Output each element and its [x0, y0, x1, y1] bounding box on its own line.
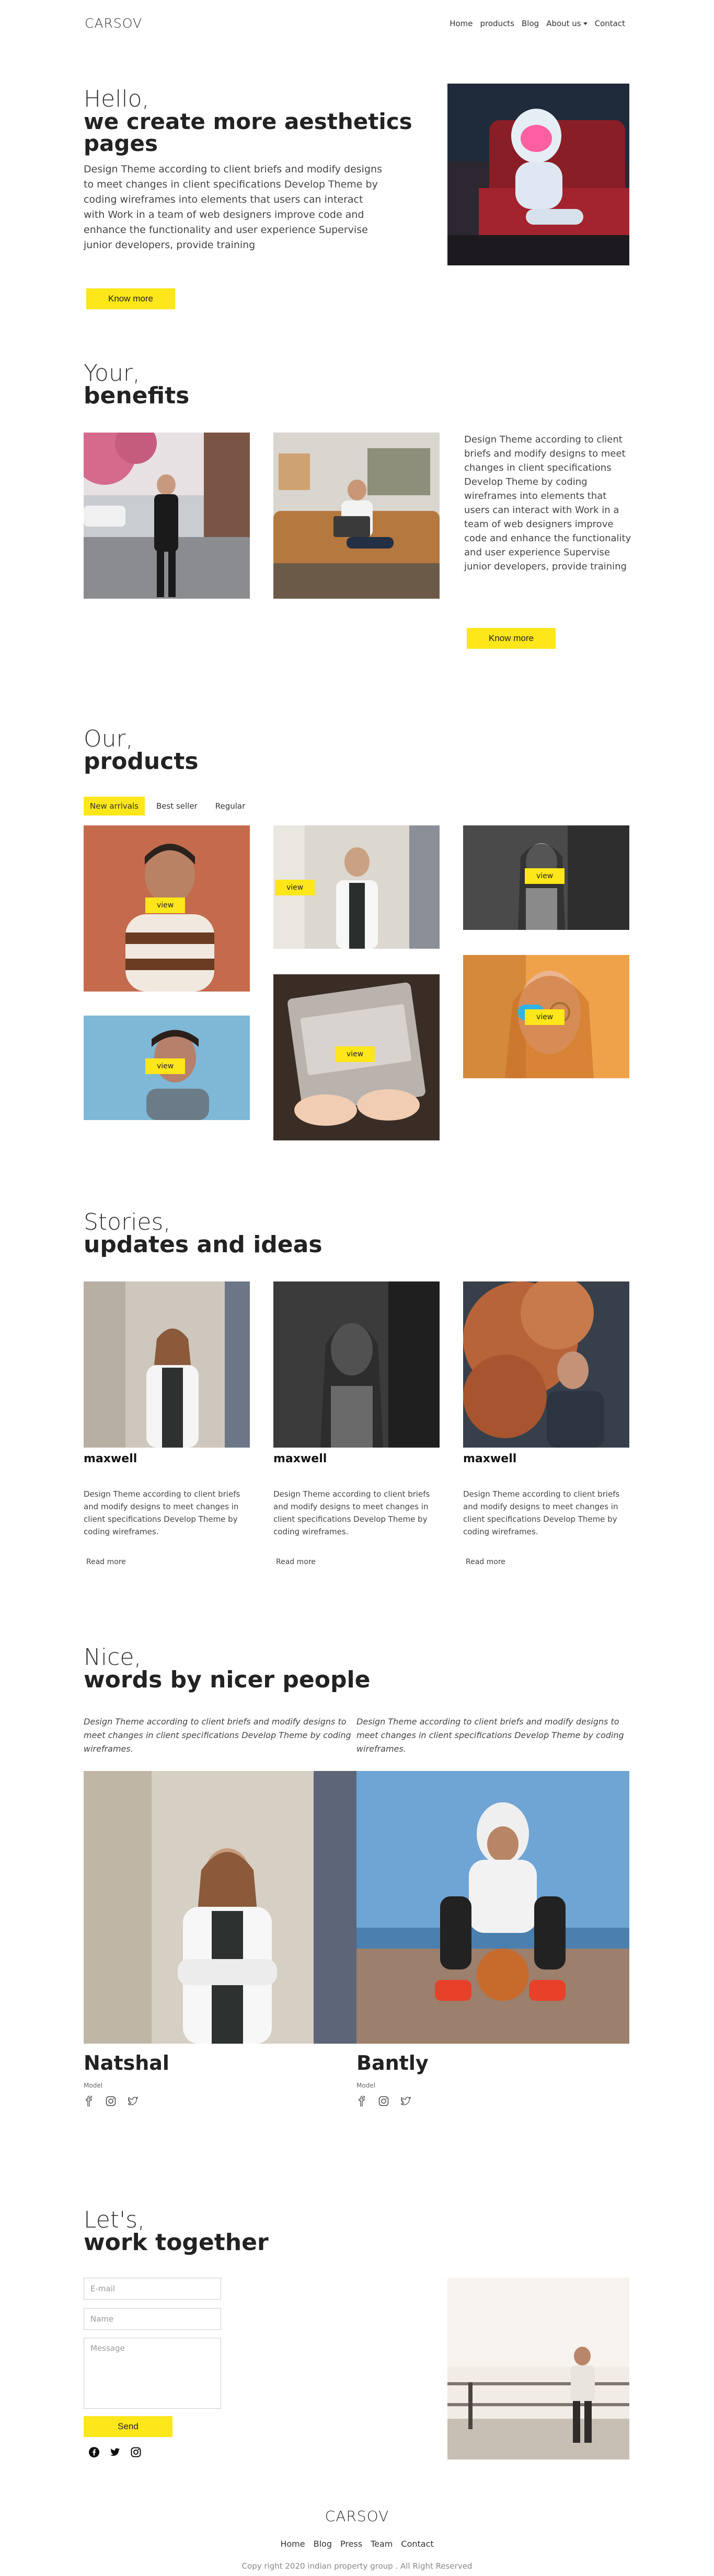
testimonial-social — [356, 2096, 411, 2106]
product-card[interactable]: view — [84, 1016, 250, 1120]
nav-about[interactable]: About us — [546, 19, 588, 28]
copyright: Copy right 2020 indian property group . … — [241, 2561, 473, 2571]
twitter-icon[interactable] — [110, 2447, 120, 2457]
testimonial-name: Natshal — [84, 2052, 169, 2074]
benefits-body: Design Theme according to client briefs … — [464, 434, 631, 572]
testimonial-role: Model — [356, 2082, 376, 2089]
story-image[interactable] — [463, 1281, 629, 1448]
view-button[interactable]: view — [145, 897, 186, 913]
footer-press[interactable]: Press — [340, 2539, 362, 2549]
testimonials-heading-bold: words by nicer people — [84, 1666, 371, 1693]
products-heading-bold: products — [84, 748, 199, 775]
twitter-icon[interactable] — [400, 2096, 411, 2106]
product-card[interactable]: view — [84, 825, 250, 992]
chevron-down-icon — [583, 22, 588, 25]
facebook-icon[interactable] — [356, 2096, 367, 2106]
instagram-icon[interactable] — [106, 2096, 116, 2106]
testimonial-photo — [356, 1771, 629, 2044]
hero-image — [447, 84, 629, 265]
products-tabs: New arrivals Best seller Regular — [84, 797, 251, 815]
instagram-icon[interactable] — [378, 2096, 389, 2106]
benefits-image-street — [84, 433, 250, 599]
contact-image — [447, 2278, 629, 2460]
product-card[interactable]: view — [273, 825, 440, 949]
footer-home[interactable]: Home — [280, 2539, 305, 2549]
name-field[interactable] — [84, 2308, 221, 2330]
email-field[interactable] — [84, 2278, 221, 2300]
instagram-icon[interactable] — [131, 2447, 141, 2457]
story-image[interactable] — [273, 1281, 440, 1448]
tab-regular[interactable]: Regular — [209, 797, 252, 815]
facebook-icon[interactable] — [84, 2096, 94, 2106]
footer-nav: Home Blog Press Team Contact — [280, 2539, 433, 2549]
read-more-link[interactable]: Read more — [86, 1558, 126, 1566]
testimonial-quote: Design Theme according to client briefs … — [356, 1717, 624, 1754]
read-more-link[interactable]: Read more — [276, 1558, 316, 1566]
story-text: Design Theme according to client briefs … — [84, 1489, 240, 1536]
story-text: Design Theme according to client briefs … — [273, 1489, 430, 1536]
view-button[interactable]: view — [145, 1058, 186, 1074]
nav-home[interactable]: Home — [450, 19, 473, 28]
tab-best-seller[interactable]: Best seller — [150, 797, 204, 815]
nav-about-label: About us — [546, 19, 581, 28]
footer-nav-wrap: Home Blog Press Team Contact — [0, 2539, 714, 2549]
view-button[interactable]: view — [335, 1046, 375, 1062]
footer-logo[interactable]: CARSOV — [0, 2508, 714, 2525]
testimonial-photo — [84, 1771, 356, 2044]
product-card[interactable]: view — [273, 974, 440, 1140]
site-logo[interactable]: CARSOV — [85, 16, 142, 31]
contact-social — [89, 2447, 141, 2457]
story-author: maxwell — [463, 1452, 517, 1465]
footer-blog[interactable]: Blog — [314, 2539, 332, 2549]
twitter-icon[interactable] — [128, 2096, 138, 2106]
view-button[interactable]: view — [275, 880, 315, 895]
message-field[interactable] — [84, 2338, 221, 2409]
nav-products[interactable]: products — [480, 19, 515, 28]
story-image[interactable] — [84, 1281, 250, 1448]
hero-title-line2: pages — [84, 131, 158, 156]
send-button[interactable]: Send — [84, 2416, 172, 2437]
benefits-image-sofa — [273, 433, 440, 599]
hero-know-more-button[interactable]: Know more — [86, 288, 175, 309]
testimonial-role: Model — [84, 2082, 103, 2089]
benefits-know-more-button[interactable]: Know more — [467, 628, 556, 649]
view-button[interactable]: view — [525, 1009, 565, 1025]
stories-heading-bold: updates and ideas — [84, 1231, 323, 1258]
story-author: maxwell — [84, 1452, 137, 1465]
tab-new-arrivals[interactable]: New arrivals — [84, 797, 145, 815]
product-card[interactable]: view — [463, 955, 629, 1078]
story-text: Design Theme according to client briefs … — [463, 1489, 620, 1536]
contact-heading-bold: work together — [84, 2229, 269, 2256]
footer-team[interactable]: Team — [371, 2539, 393, 2549]
read-more-link[interactable]: Read more — [466, 1558, 505, 1566]
view-button[interactable]: view — [525, 868, 565, 884]
testimonial-social — [84, 2096, 138, 2106]
main-nav: Home products Blog About us Contact — [450, 19, 625, 28]
testimonial-quote: Design Theme according to client briefs … — [84, 1717, 351, 1754]
nav-contact[interactable]: Contact — [595, 19, 625, 28]
product-card[interactable]: view — [463, 825, 629, 930]
story-author: maxwell — [273, 1452, 327, 1465]
footer-contact[interactable]: Contact — [401, 2539, 433, 2549]
nav-blog[interactable]: Blog — [522, 19, 539, 28]
facebook-icon[interactable] — [89, 2447, 99, 2457]
testimonial-name: Bantly — [356, 2052, 429, 2074]
hero-body: Design Theme according to client briefs … — [84, 164, 382, 251]
benefits-heading-bold: benefits — [84, 382, 190, 409]
